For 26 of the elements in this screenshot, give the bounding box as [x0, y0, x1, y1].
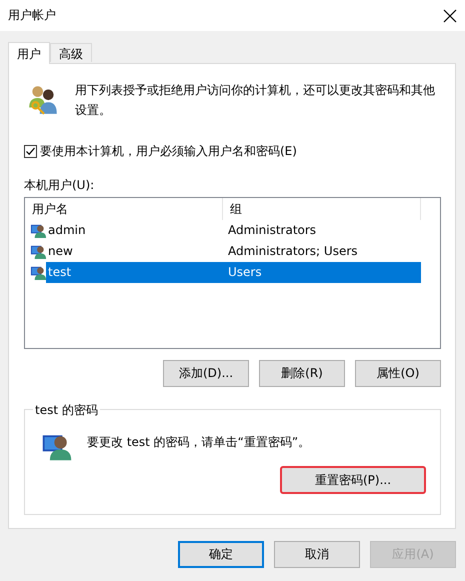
user-icon	[30, 264, 47, 281]
close-icon	[443, 8, 457, 22]
column-header[interactable]: 用户名	[25, 198, 223, 220]
dialog-button[interactable]: 取消	[274, 541, 360, 568]
list-label: 本机用户(U):	[24, 177, 96, 194]
table-cell[interactable]: test	[46, 262, 223, 283]
user-icon	[30, 243, 47, 260]
password-hint: 要更改 test 的密码，请单击“重置密码”。	[87, 434, 310, 451]
table-cell[interactable]: admin	[46, 220, 223, 241]
list-button[interactable]: 属性(O)	[355, 360, 441, 387]
dialog-button[interactable]: 确定	[178, 541, 264, 568]
checkbox-label: 要使用本计算机，用户必须输入用户名和密码(E)	[40, 143, 297, 160]
tab[interactable]: 用户	[8, 42, 50, 64]
intro-text: 用下列表授予或拒绝用户访问你的计算机，还可以更改其密码和其他设置。	[75, 82, 436, 119]
table-cell-text: Administrators; Users	[227, 243, 359, 260]
reset-password-button[interactable]: 重置密码(P)...	[280, 466, 426, 494]
window-title: 用户帐户	[8, 7, 56, 24]
list-button[interactable]: 添加(D)...	[163, 360, 249, 387]
column-header[interactable]: 组	[223, 198, 421, 220]
table-cell[interactable]: new	[46, 241, 223, 262]
tab[interactable]: 高级	[50, 43, 92, 62]
list-button[interactable]: 删除(R)	[259, 360, 345, 387]
table-cell-text: Administrators	[227, 222, 318, 239]
table-cell: Users	[223, 262, 421, 283]
user-icon	[30, 222, 47, 239]
checkbox[interactable]	[24, 145, 37, 158]
